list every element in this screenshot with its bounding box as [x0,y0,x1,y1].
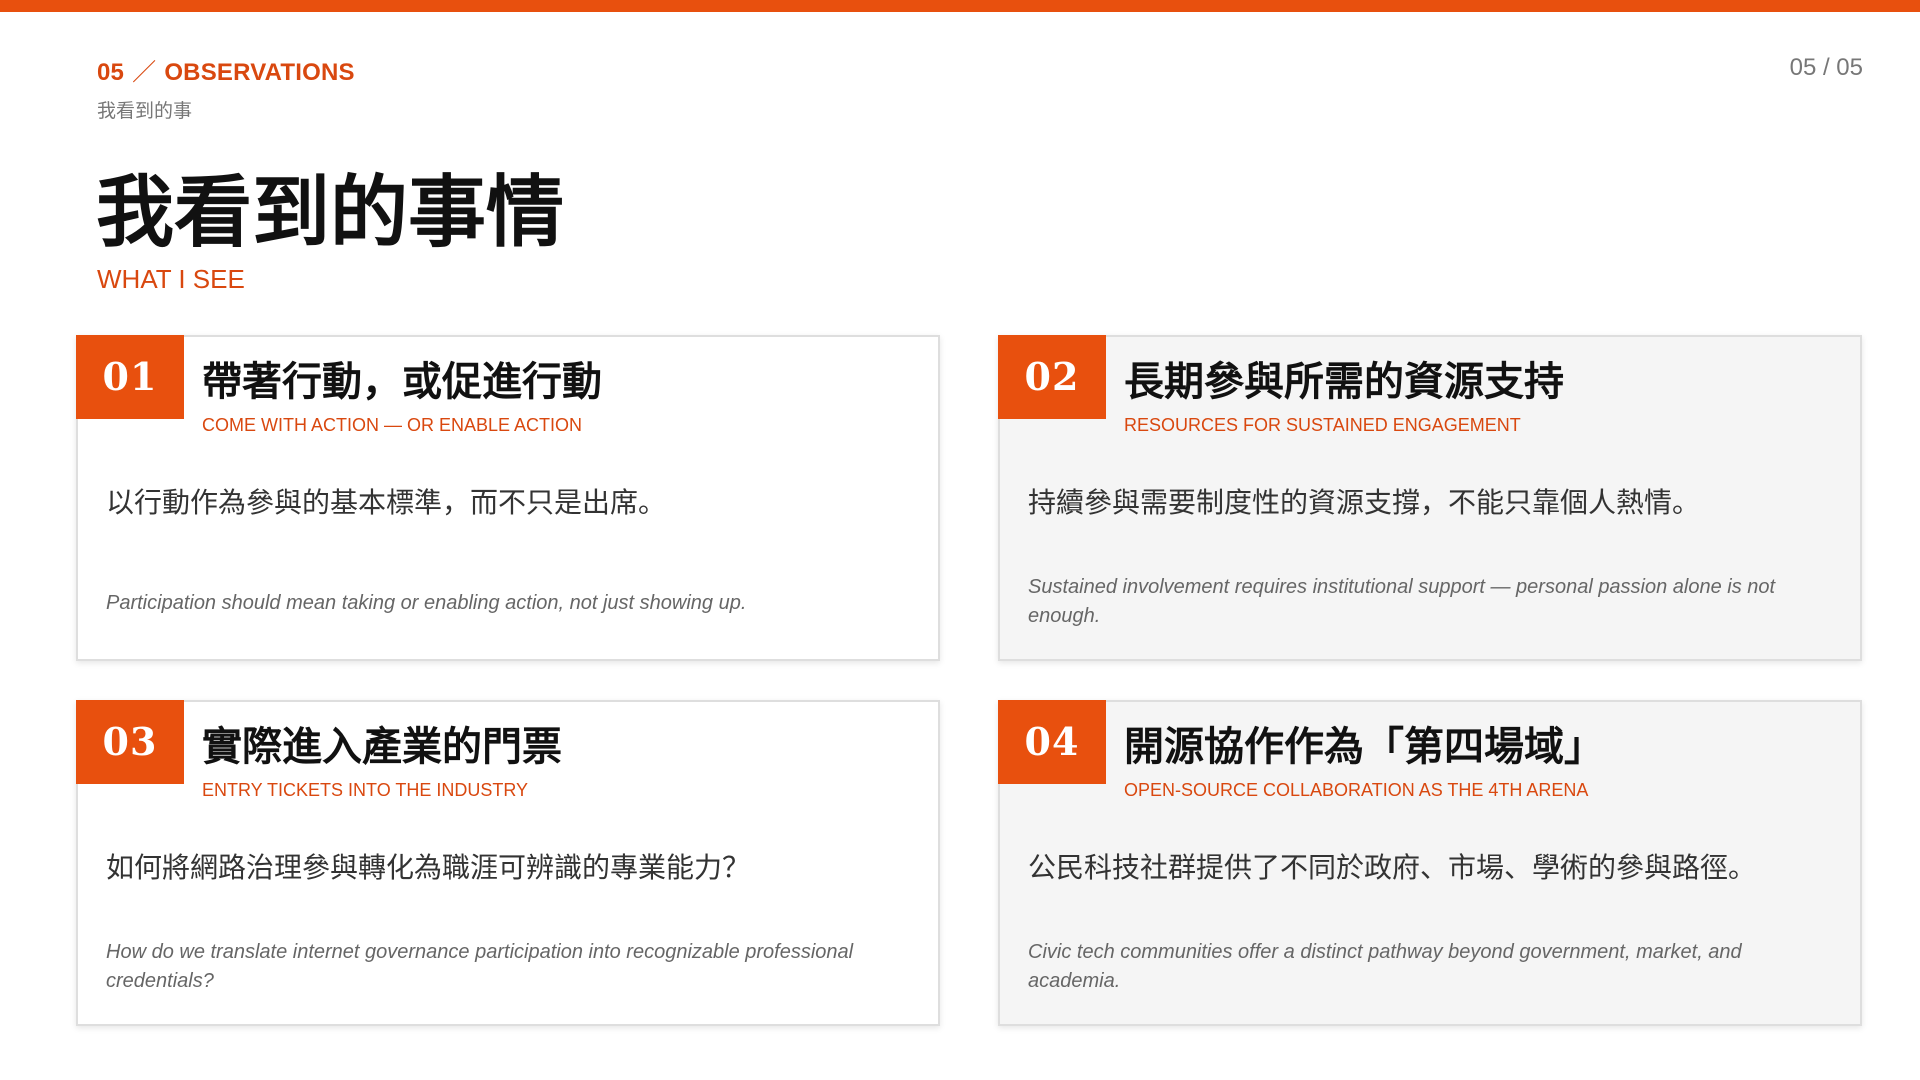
card-number-badge: 02 [998,335,1106,419]
section-subtitle: 我看到的事 [97,100,193,122]
observation-card-02: 02 長期參與所需的資源支持 RESOURCES FOR SUSTAINED E… [998,335,1862,661]
card-subtitle: ENTRY TICKETS INTO THE INDUSTRY [202,780,529,800]
card-number-badge: 01 [76,335,184,419]
card-note: Civic tech communities offer a distinct … [1028,941,1742,992]
card-note: Sustained involvement requires instituti… [1028,576,1776,627]
page-title: 我看到的事情 [96,168,565,258]
section-slash: ／ [132,59,157,86]
card-title: 開源協作作為「第四場域」 [1124,724,1604,770]
page-indicator: 05 / 05 [1789,54,1863,81]
card-number-badge: 03 [76,700,184,784]
card-subtitle: COME WITH ACTION — OR ENABLE ACTION [202,415,583,435]
slide: 05 ／ OBSERVATIONS 我看到的事 05 / 05 我看到的事情 WHA… [0,0,1920,1080]
card-title: 長期參與所需的資源支持 [1124,359,1564,405]
card-subtitle: OPEN-SOURCE COLLABORATION AS THE 4TH ARE… [1124,780,1589,800]
observation-card-03: 03 實際進入產業的門票 ENTRY TICKETS INTO THE INDU… [76,700,940,1026]
card-title: 帶著行動，或促進行動 [202,359,602,405]
card-note: Participation should mean taking or enab… [106,592,747,614]
card-note: How do we translate internet governance … [106,941,854,992]
card-body: 公民科技社群提供了不同於政府、市場、學術的參與路徑。 [1028,851,1757,884]
card-body: 如何將網路治理參與轉化為職涯可辨識的專業能力？ [106,851,751,884]
card-title: 實際進入產業的門票 [202,724,562,770]
page-subtitle: WHAT I SEE [97,264,245,294]
section-eyebrow: 05 ／ OBSERVATIONS [97,52,355,87]
accent-top-bar [0,0,1920,12]
card-body: 以行動作為參與的基本標準，而不只是出席。 [106,486,667,519]
card-body: 持續參與需要制度性的資源支撐，不能只靠個人熱情。 [1028,486,1701,519]
card-subtitle: RESOURCES FOR SUSTAINED ENGAGEMENT [1124,415,1521,435]
section-number: 05 [97,59,125,86]
section-label: OBSERVATIONS [164,59,355,86]
observation-card-01: 01 帶著行動，或促進行動 COME WITH ACTION — OR ENAB… [76,335,940,661]
observation-card-04: 04 開源協作作為「第四場域」 OPEN-SOURCE COLLABORATIO… [998,700,1862,1026]
card-number-badge: 04 [998,700,1106,784]
